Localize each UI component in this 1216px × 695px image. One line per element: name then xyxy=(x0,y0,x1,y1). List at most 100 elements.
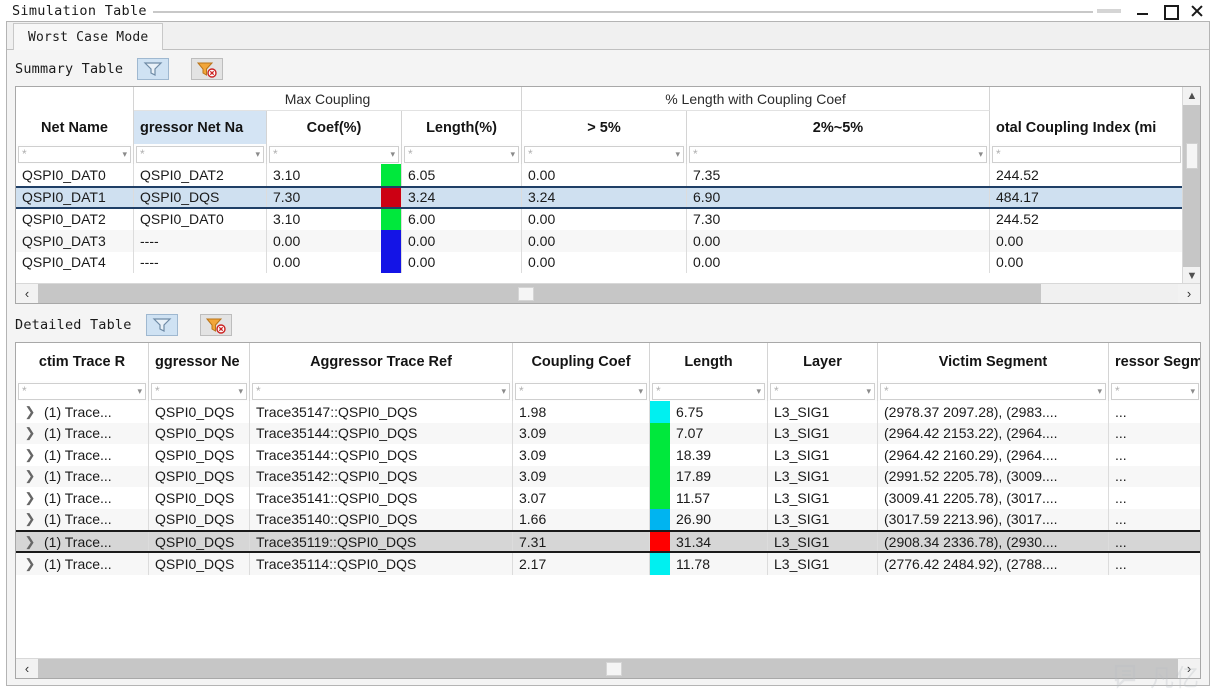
titlebar-divider xyxy=(152,11,1093,13)
detailed-hscroll-thumb[interactable] xyxy=(606,661,622,676)
filter-cell-aggressor-net[interactable]: * ▾ xyxy=(134,144,267,164)
cell-text: 0.00 xyxy=(273,254,301,271)
table-row[interactable]: ❯ (1) Trace... QSPI0_DQS Trace35142::QSPI0_… xyxy=(16,465,1200,488)
filter-cell-length[interactable]: * ▾ xyxy=(650,381,768,401)
cell-text: 0.00 xyxy=(528,166,556,183)
detailed-clear-filter-icon[interactable] xyxy=(199,314,232,336)
cell-text: 6.05 xyxy=(408,166,436,183)
summary-hscroll-thumb[interactable] xyxy=(518,286,534,301)
table-row[interactable]: QSPI0_DAT4 ---- 0.00 0.00 0.00 0.00 0.00 xyxy=(16,251,1184,273)
scroll-left-icon[interactable]: ‹ xyxy=(16,659,38,679)
detailed-table[interactable]: ctim Trace R ggressor Ne Aggressor Trace… xyxy=(15,342,1201,679)
column-header-2-to-5[interactable]: 2%~5% xyxy=(687,111,990,144)
table-row[interactable]: QSPI0_DAT2 QSPI0_DAT0 3.10 6.00 0.00 7.30 244.… xyxy=(16,208,1184,230)
cell-aggressor-net: QSPI0_DQS xyxy=(149,532,250,551)
column-header-length[interactable]: Length xyxy=(650,343,768,381)
table-row[interactable]: ❯ (1) Trace... QSPI0_DQS Trace35144::QSPI0_… xyxy=(16,444,1200,466)
filter-cell-coupling-coef[interactable]: * ▾ xyxy=(513,381,650,401)
tab-worst-case-mode[interactable]: Worst Case Mode xyxy=(13,23,164,50)
cell-coupling-coef: 3.09 xyxy=(513,465,650,487)
scroll-left-icon[interactable]: ‹ xyxy=(16,284,38,304)
detailed-column-header-row: ctim Trace R ggressor Ne Aggressor Trace… xyxy=(16,343,1200,381)
summary-clear-filter-icon[interactable] xyxy=(191,58,224,80)
close-icon[interactable] xyxy=(1190,4,1204,18)
row-expand-icon[interactable]: ❯ xyxy=(16,509,38,531)
filter-cell-victim-trace[interactable]: * ▾ xyxy=(16,381,149,401)
column-header-total-coupling-index[interactable]: otal Coupling Index (mi xyxy=(990,111,1184,144)
filter-cell-gt-5[interactable]: * ▾ xyxy=(522,144,687,164)
table-row[interactable]: ❯ (1) Trace... QSPI0_DQS Trace35114::QSPI0_… xyxy=(16,553,1200,575)
row-expand-icon[interactable]: ❯ xyxy=(16,444,38,466)
cell-coupling-coef: 3.09 xyxy=(513,444,650,466)
table-row[interactable]: ❯ (1) Trace... QSPI0_DQS Trace35141::QSPI0_… xyxy=(16,487,1200,509)
filter-cell-total-index[interactable]: * xyxy=(990,144,1184,164)
column-header-gt-5[interactable]: > 5% xyxy=(522,111,687,144)
summary-vertical-scrollbar[interactable]: ▲ ▼ xyxy=(1182,87,1200,285)
cell-coupling-coef: 1.98 xyxy=(513,401,650,423)
column-header-victim-segment[interactable]: Victim Segment xyxy=(878,343,1109,381)
cell-net-name: QSPI0_DAT4 xyxy=(16,251,134,273)
column-header-length-pct[interactable]: Length(%) xyxy=(402,111,522,144)
detailed-filter-icon[interactable] xyxy=(145,314,178,336)
cell-aggressor-net: QSPI0_DQS xyxy=(149,422,250,444)
summary-vscroll-track[interactable] xyxy=(1183,105,1200,267)
cell-text: 0.00 xyxy=(408,254,436,271)
column-header-aggressor-segment[interactable]: ressor Segm xyxy=(1109,343,1200,381)
detailed-horizontal-scrollbar[interactable]: ‹ › xyxy=(16,658,1200,678)
table-row[interactable]: QSPI0_DAT1 QSPI0_DQS 7.30 3.24 3.24 6.90 484.1… xyxy=(16,185,1184,209)
table-row[interactable]: ❯ (1) Trace... QSPI0_DQS Trace35144::QSPI0_… xyxy=(16,422,1200,445)
detailed-hscroll-track[interactable] xyxy=(38,658,1178,678)
filter-cell-aggressor-trace[interactable]: * ▾ xyxy=(250,381,513,401)
table-row[interactable]: ❯ (1) Trace... QSPI0_DQS Trace35119::QSPI0_… xyxy=(16,530,1200,553)
filter-cell-aggressor-net-d[interactable]: * ▾ xyxy=(149,381,250,401)
cell-total-coupling-index: 244.52 xyxy=(990,208,1184,230)
column-header-aggressor-trace-ref[interactable]: Aggressor Trace Ref xyxy=(250,343,513,381)
summary-vscroll-thumb[interactable] xyxy=(1186,143,1198,169)
row-expand-icon[interactable]: ❯ xyxy=(16,553,38,575)
column-header-victim-trace-ref[interactable]: ctim Trace R xyxy=(16,343,149,381)
summary-column-header-row: Net Name gressor Net Na Coef(%) Length(%… xyxy=(16,111,1184,144)
scroll-right-icon[interactable]: › xyxy=(1178,659,1200,679)
table-row[interactable]: QSPI0_DAT0 QSPI0_DAT2 3.10 6.05 0.00 7.35 244.… xyxy=(16,164,1184,186)
filter-star: * xyxy=(996,147,1001,161)
filter-cell-net-name[interactable]: * ▾ xyxy=(16,144,134,164)
filter-cell-victim-segment[interactable]: * ▾ xyxy=(878,381,1109,401)
column-header-coupling-coef[interactable]: Coupling Coef xyxy=(513,343,650,381)
row-expand-icon[interactable]: ❯ xyxy=(16,532,38,551)
column-header-net-name[interactable]: Net Name xyxy=(16,111,134,144)
table-row[interactable]: QSPI0_DAT3 ---- 0.00 0.00 0.00 0.00 0.00 xyxy=(16,230,1184,252)
column-header-coef[interactable]: Coef(%) xyxy=(267,111,402,144)
column-header-layer[interactable]: Layer xyxy=(768,343,878,381)
cell-text: QSPI0_DAT0 xyxy=(22,166,106,183)
simulation-table-window: Simulation Table Worst Case Mode Summary… xyxy=(0,0,1216,695)
cell-coef: 0.00 xyxy=(267,251,402,273)
filter-star: * xyxy=(408,147,413,161)
chevron-down-icon: ▾ xyxy=(510,148,515,159)
column-header-aggressor-net-name[interactable]: gressor Net Na xyxy=(134,111,267,144)
maximize-icon[interactable] xyxy=(1163,4,1179,20)
summary-filter-icon[interactable] xyxy=(137,58,170,80)
cell-coupling-coef: 3.09 xyxy=(513,422,650,444)
summary-horizontal-scrollbar[interactable]: ‹ › xyxy=(16,283,1200,303)
summary-table[interactable]: Max Coupling % Length with Coupling Coef… xyxy=(15,86,1201,304)
cell-net-name: QSPI0_DAT1 xyxy=(16,187,134,207)
table-row[interactable]: ❯ (1) Trace... QSPI0_DQS Trace35147::QSPI0_… xyxy=(16,401,1200,423)
filter-cell-aggressor-segment[interactable]: * ▾ xyxy=(1109,381,1200,401)
filter-cell-coef[interactable]: * ▾ xyxy=(267,144,402,164)
row-expand-icon[interactable]: ❯ xyxy=(16,423,38,445)
row-expand-icon[interactable]: ❯ xyxy=(16,466,38,488)
row-expand-icon[interactable]: ❯ xyxy=(16,401,38,423)
chevron-right-icon: ❯ xyxy=(24,489,36,505)
cell-victim-segment: (2978.37 2097.28), (2983.... xyxy=(878,401,1109,423)
filter-cell-length-pct[interactable]: * ▾ xyxy=(402,144,522,164)
summary-hscroll-track[interactable] xyxy=(38,283,1178,303)
filter-cell-layer[interactable]: * ▾ xyxy=(768,381,878,401)
cell-layer: L3_SIG1 xyxy=(768,401,878,423)
scroll-right-icon[interactable]: › xyxy=(1178,284,1200,304)
row-expand-icon[interactable]: ❯ xyxy=(16,487,38,509)
scroll-up-icon[interactable]: ▲ xyxy=(1183,87,1200,105)
filter-cell-2-to-5[interactable]: * ▾ xyxy=(687,144,990,164)
minimize-icon[interactable] xyxy=(1136,4,1150,18)
table-row[interactable]: ❯ (1) Trace... QSPI0_DQS Trace35140::QSPI0_… xyxy=(16,508,1200,531)
column-header-aggressor-net[interactable]: ggressor Ne xyxy=(149,343,250,381)
